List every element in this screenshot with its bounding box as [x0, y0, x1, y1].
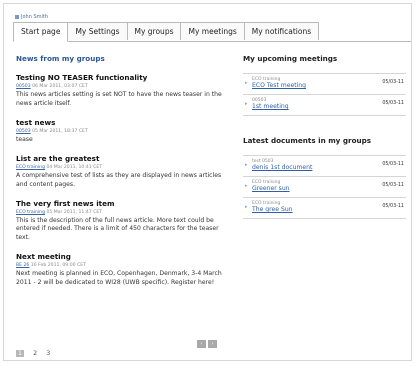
document-row: ▸ test 0503 denis 1st document 05/03-11	[243, 156, 406, 177]
news-source-link[interactable]: 00503	[16, 129, 31, 134]
page-3[interactable]: 3	[46, 350, 50, 357]
document-row: ▸ ECO training The gree Sun 05/03-11	[243, 198, 406, 219]
news-source-link[interactable]: 00503	[16, 84, 31, 89]
tab-my-notifications[interactable]: My notifications	[243, 22, 320, 40]
news-title[interactable]: Testing NO TEASER functionality	[16, 73, 226, 82]
meeting-date: 05/03-11	[382, 101, 404, 106]
news-date: 05 Mar 2011, 18:37 CET	[32, 128, 88, 134]
documents-list: ▸ test 0503 denis 1st document 05/03-11 …	[243, 155, 406, 219]
news-meta: ECO training 04 Mar 2011, 10:41 CET	[16, 165, 226, 170]
news-title[interactable]: List are the greatest	[16, 154, 226, 163]
news-text: A comprehensive test of lists as they ar…	[16, 171, 222, 188]
news-title[interactable]: test news	[16, 118, 226, 127]
tab-my-groups[interactable]: My groups	[126, 22, 182, 40]
tab-my-meetings[interactable]: My meetings	[180, 22, 245, 40]
news-meta: 00503 05 Mar 2011, 18:37 CET	[16, 129, 226, 134]
tab-my-settings[interactable]: My Settings	[67, 22, 128, 40]
tab-start-page[interactable]: Start page	[13, 22, 69, 42]
news-item: Next meeting BE 26 16 Feb 2011, 09:00 CE…	[16, 252, 226, 288]
news-text: tease	[16, 135, 33, 143]
document-row: ▸ ECO training Greener sun 05/03-11	[243, 177, 406, 198]
news-column: News from my groups Testing NO TEASER fu…	[16, 54, 226, 297]
news-title[interactable]: Next meeting	[16, 252, 226, 261]
news-item: test news 00503 05 Mar 2011, 18:37 CET t…	[16, 118, 226, 145]
document-date: 05/03-11	[382, 183, 404, 188]
sidebar-column: My upcoming meetings ▸ ECO training ECO …	[243, 54, 406, 219]
current-user[interactable]: John Smith	[15, 14, 48, 20]
news-source-link[interactable]: ECO training	[16, 165, 45, 170]
news-item: The very first news item ECO training 05…	[16, 199, 226, 244]
document-date: 05/03-11	[382, 162, 404, 167]
news-item: Testing NO TEASER functionality 00503 06…	[16, 73, 226, 109]
news-date: 16 Feb 2011, 09:00 CET	[30, 263, 86, 269]
news-title[interactable]: The very first news item	[16, 199, 226, 208]
news-date: 05 Mar 2011, 11:47 CET	[46, 209, 103, 215]
news-date: 06 Mar 2011, 03:07 CET	[32, 84, 88, 89]
news-text: This news articles setting is set NOT to…	[16, 91, 222, 107]
bullet-arrow-icon: ▸	[245, 80, 248, 86]
news-source-link[interactable]: BE 26	[16, 263, 29, 268]
user-icon	[15, 14, 19, 19]
documents-section-title: Latest documents in my groups	[243, 136, 372, 145]
page-1[interactable]: 1	[16, 350, 25, 357]
news-date: 04 Mar 2011, 10:41 CET	[46, 164, 103, 170]
news-meta: 00503 06 Mar 2011, 03:07 CET	[16, 84, 226, 89]
prev-page-button[interactable]: ‹	[197, 340, 206, 348]
news-text: Next meeting is planned in ECO, Copenhag…	[16, 270, 222, 287]
meeting-row: ▸ 00503 1st meeting 05/03-11	[243, 95, 406, 116]
page-2[interactable]: 2	[33, 350, 37, 357]
next-page-button[interactable]: ›	[208, 340, 217, 348]
news-source-link[interactable]: ECO training	[16, 210, 45, 215]
news-item: List are the greatest ECO training 04 Ma…	[16, 154, 226, 190]
news-section-title: News from my groups	[16, 54, 105, 63]
user-name: John Smith	[21, 14, 49, 20]
news-pager: 1 2 3 ‹ ›	[16, 340, 220, 357]
main-tabs: Start page My Settings My groups My meet…	[13, 22, 320, 42]
meetings-section-title: My upcoming meetings	[243, 54, 338, 63]
meeting-date: 05/03-11	[382, 80, 404, 85]
bullet-arrow-icon: ▸	[245, 101, 248, 107]
document-date: 05/03-11	[382, 204, 404, 209]
tab-divider	[13, 41, 411, 42]
meetings-list: ▸ ECO training ECO Test meeting 05/03-11…	[243, 73, 406, 116]
bullet-arrow-icon: ▸	[245, 204, 248, 210]
meeting-row: ▸ ECO training ECO Test meeting 05/03-11	[243, 74, 406, 95]
news-meta: BE 26 16 Feb 2011, 09:00 CET	[16, 263, 226, 268]
news-text: This is the description of the full news…	[16, 216, 219, 242]
bullet-arrow-icon: ▸	[245, 183, 248, 189]
bullet-arrow-icon: ▸	[245, 162, 248, 168]
news-meta: ECO training 05 Mar 2011, 11:47 CET	[16, 210, 226, 215]
